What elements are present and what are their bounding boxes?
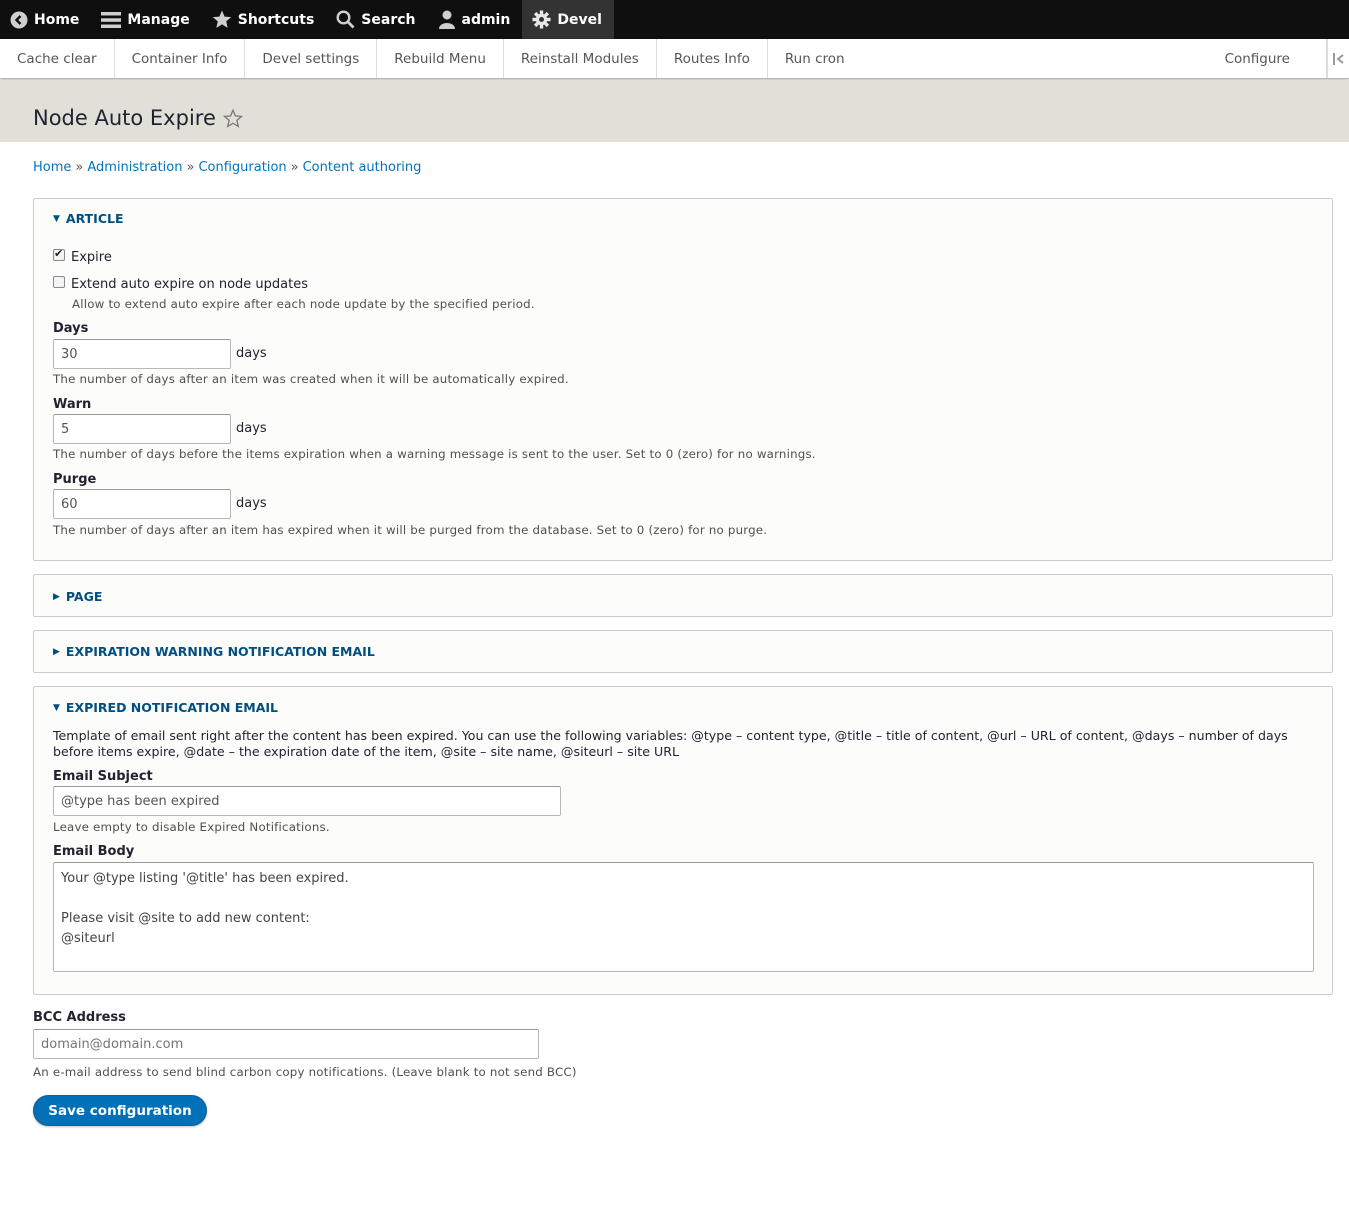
bcc-description: An e-mail address to send blind carbon c… <box>33 1065 577 1079</box>
warning-email-summary-label: EXPIRATION WARNING NOTIFICATION EMAIL <box>65 644 375 659</box>
page-title: Node Auto Expire <box>33 106 243 130</box>
breadcrumb-content-authoring[interactable]: Content authoring <box>303 160 422 175</box>
warn-description: The number of days before the items expi… <box>53 447 816 461</box>
toolbar-shortcuts-label: Shortcuts <box>237 11 315 28</box>
toolbar-manage[interactable]: Manage <box>91 0 201 39</box>
tray-configure[interactable]: Configure <box>1195 39 1327 78</box>
toolbar-user-label: admin <box>461 11 511 28</box>
breadcrumb-separator: » <box>186 160 195 175</box>
purge-label: Purge <box>53 472 97 487</box>
breadcrumb-home[interactable]: Home <box>33 160 71 175</box>
email-subject-input[interactable]: @type has been expired <box>53 786 561 816</box>
days-input[interactable]: 30 <box>53 339 231 369</box>
warn-input[interactable]: 5 <box>53 414 231 444</box>
purge-description: The number of days after an item has exp… <box>53 523 768 537</box>
days-suffix: days <box>236 346 267 361</box>
page-summary-label: PAGE <box>65 589 103 604</box>
extend-label: Extend auto expire on node updates <box>71 277 309 292</box>
expire-label: Expire <box>71 250 112 265</box>
breadcrumb-configuration[interactable]: Configuration <box>198 160 286 175</box>
expire-checkbox[interactable] <box>53 247 65 261</box>
bcc-label: BCC Address <box>33 1010 126 1025</box>
tray-orientation-toggle[interactable] <box>1327 39 1349 78</box>
devel-tray: Cache clear Container Info Devel setting… <box>0 39 1349 79</box>
warn-suffix: days <box>236 421 267 436</box>
toolbar-devel-label: Devel <box>557 11 602 28</box>
tray-spacer <box>862 39 1195 78</box>
tray-rebuild-menu[interactable]: Rebuild Menu <box>377 39 504 78</box>
user-icon <box>438 10 455 29</box>
toolbar-home-label: Home <box>34 11 80 28</box>
breadcrumb-separator: » <box>290 160 299 175</box>
expired-email-summary-label: EXPIRED NOTIFICATION EMAIL <box>65 700 279 715</box>
admin-toolbar: Home Manage Shortcuts Search admin Devel <box>0 0 1349 39</box>
tray-reinstall-modules[interactable]: Reinstall Modules <box>504 39 657 78</box>
expired-email-details: ▼ EXPIRED NOTIFICATION EMAIL Template of… <box>33 686 1333 995</box>
purge-suffix: days <box>236 496 267 511</box>
search-icon <box>336 10 355 29</box>
collapse-left-icon <box>1332 52 1344 65</box>
email-body-label: Email Body <box>53 844 135 859</box>
email-subject-description: Leave empty to disable Expired Notificat… <box>53 820 330 834</box>
toolbar-search-label: Search <box>361 11 416 28</box>
menu-icon <box>101 11 122 28</box>
toolbar-search[interactable]: Search <box>326 0 427 39</box>
tray-cache-clear[interactable]: Cache clear <box>0 39 115 78</box>
breadcrumb: Home» Administration» Configuration» Conten… <box>33 160 421 175</box>
toolbar-user[interactable]: admin <box>428 0 523 39</box>
toolbar-home[interactable]: Home <box>0 0 91 39</box>
triangle-down-icon: ▼ <box>53 702 60 713</box>
article-summary-label: ARTICLE <box>65 211 124 226</box>
email-body-textarea[interactable]: Your @type listing '@title' has been exp… <box>53 862 1314 972</box>
email-subject-label: Email Subject <box>53 769 153 784</box>
warning-email-summary[interactable]: ▶ EXPIRATION WARNING NOTIFICATION EMAIL <box>53 644 375 659</box>
tray-routes-info[interactable]: Routes Info <box>657 39 768 78</box>
star-outline-icon[interactable] <box>222 108 243 128</box>
days-description: The number of days after an item was cre… <box>53 372 569 386</box>
breadcrumb-administration[interactable]: Administration <box>87 160 182 175</box>
purge-input[interactable]: 60 <box>53 489 231 519</box>
tray-devel-settings[interactable]: Devel settings <box>245 39 378 78</box>
breadcrumb-separator: » <box>75 160 84 175</box>
expired-email-intro-line1: Template of email sent right after the c… <box>53 728 1288 743</box>
tray-container-info[interactable]: Container Info <box>115 39 246 78</box>
triangle-right-icon: ▶ <box>53 591 60 602</box>
expired-email-intro-line2: before items expire, @date – the expirat… <box>53 744 679 759</box>
save-configuration-button[interactable]: Save configuration <box>33 1095 207 1126</box>
page-summary[interactable]: ▶ PAGE <box>53 589 102 604</box>
gear-icon <box>532 10 551 29</box>
triangle-right-icon: ▶ <box>53 646 60 657</box>
toolbar-devel[interactable]: Devel <box>522 0 614 39</box>
page-details: ▶ PAGE <box>33 574 1333 617</box>
page-title-text: Node Auto Expire <box>33 106 216 130</box>
warn-label: Warn <box>53 397 92 412</box>
star-icon <box>212 10 231 28</box>
tray-run-cron[interactable]: Run cron <box>768 39 862 78</box>
article-details: ▼ ARTICLE Expire Extend auto expire on n… <box>33 198 1333 561</box>
expired-email-summary[interactable]: ▼ EXPIRED NOTIFICATION EMAIL <box>53 700 278 715</box>
toolbar-shortcuts[interactable]: Shortcuts <box>202 0 327 39</box>
bcc-input[interactable] <box>33 1029 539 1059</box>
warning-email-details: ▶ EXPIRATION WARNING NOTIFICATION EMAIL <box>33 630 1333 673</box>
extend-description: Allow to extend auto expire after each n… <box>72 297 535 311</box>
extend-checkbox[interactable] <box>53 276 65 288</box>
article-summary[interactable]: ▼ ARTICLE <box>53 211 124 226</box>
toolbar-manage-label: Manage <box>127 11 190 28</box>
back-arrow-icon <box>10 11 28 28</box>
triangle-down-icon: ▼ <box>53 213 60 224</box>
days-label: Days <box>53 321 89 336</box>
